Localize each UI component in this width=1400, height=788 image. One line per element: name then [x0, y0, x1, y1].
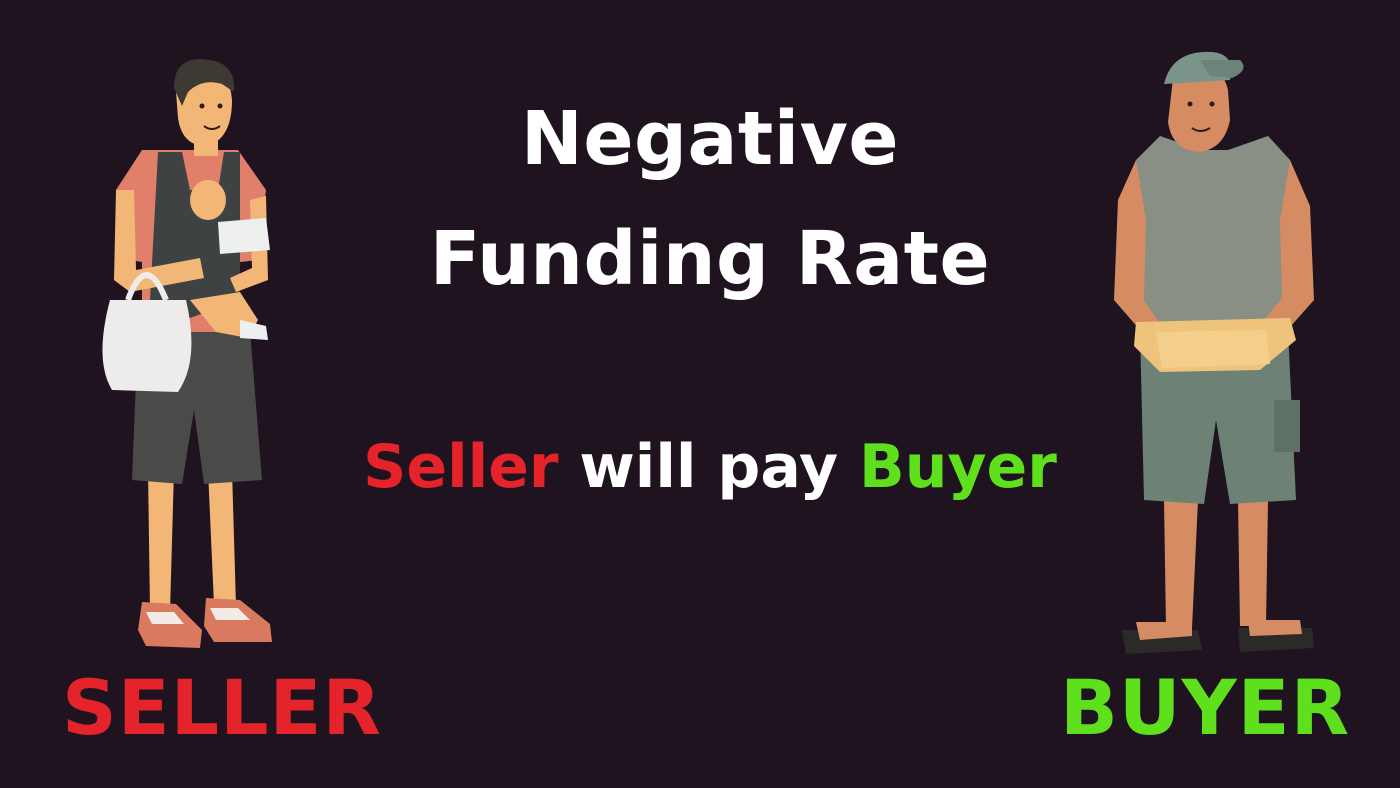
- subtitle-buyer-word: Buyer: [858, 432, 1057, 502]
- slide-canvas: Negative Funding Rate Seller will pay Bu…: [0, 0, 1400, 788]
- subtitle-seller-word: Seller: [363, 432, 559, 502]
- subtitle-sentence: Seller will pay Buyer: [0, 437, 1400, 497]
- seller-illustration: [102, 59, 272, 648]
- buyer-label: BUYER: [1060, 663, 1351, 752]
- title-line-negative: Negative: [520, 96, 900, 182]
- seller-label: SELLER: [62, 663, 382, 752]
- subtitle-middle-words: will pay: [558, 432, 859, 502]
- buyer-illustration: [1114, 51, 1314, 654]
- title-line-funding-rate: Funding Rate: [429, 216, 991, 302]
